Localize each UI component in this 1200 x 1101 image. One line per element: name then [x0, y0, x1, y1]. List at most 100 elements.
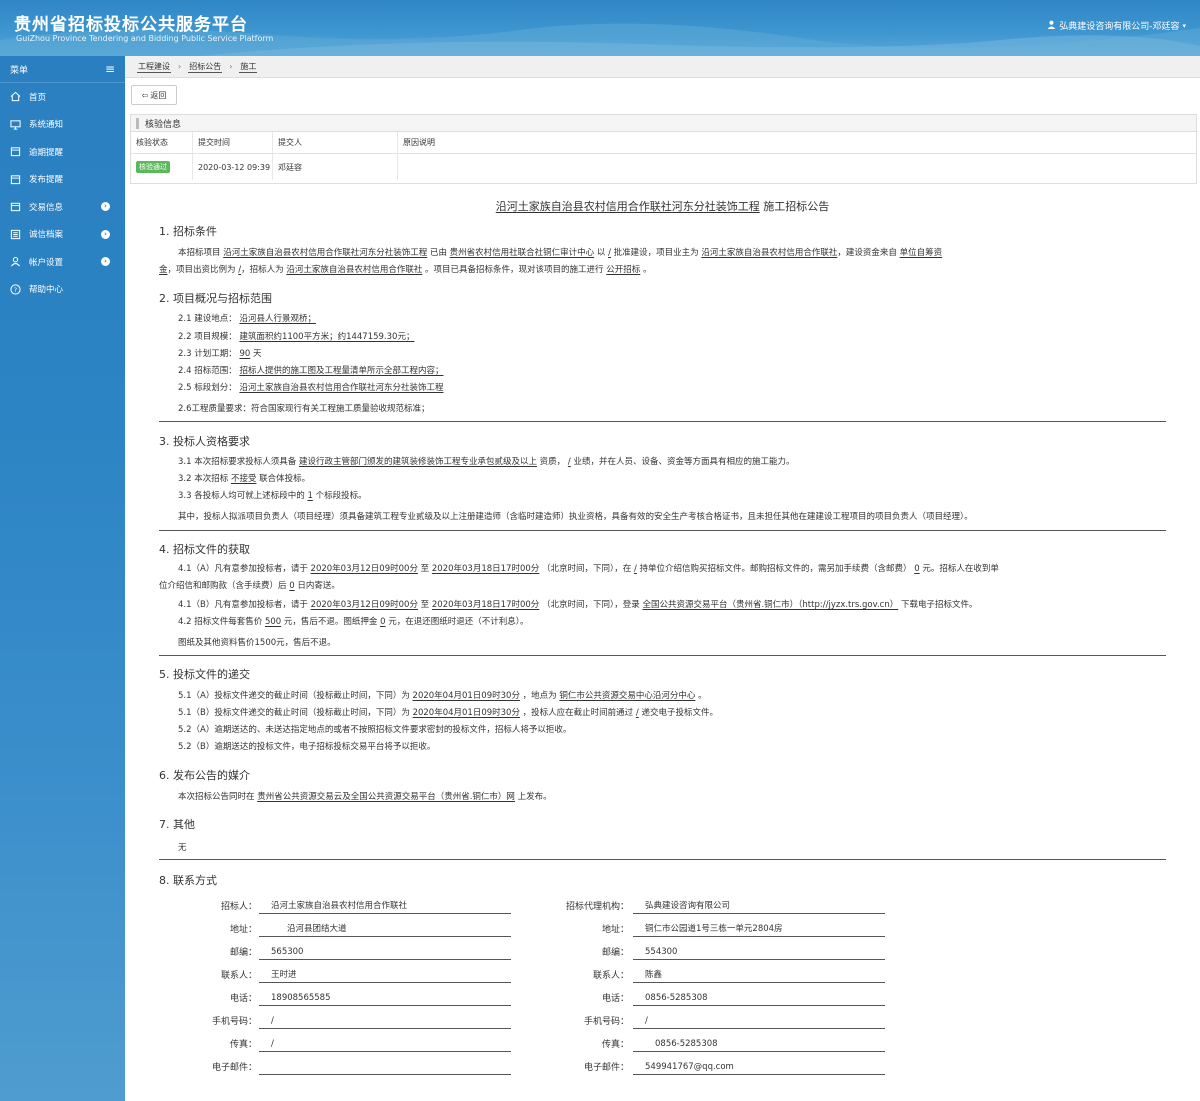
paragraph-line: 本次招标公告同时在 贵州省公共资源交易云及全国公共资源交易平台（贵州省.铜仁市）…	[178, 789, 552, 805]
text: ，投标人应在截止时间前通过	[522, 708, 634, 718]
user-icon	[9, 256, 21, 268]
contact-label: 电话：	[601, 994, 629, 1004]
paragraph-line: 2.5 标段划分： 沿河土家族自治县农村信用合作联社河东分社装饰工程	[178, 380, 443, 396]
text: 个标段投标。	[315, 491, 367, 501]
paragraph-line: 无	[178, 843, 187, 853]
text: 本次招标公告同时在	[178, 792, 255, 802]
field-value: 2020年04月01日09时30分	[412, 708, 520, 718]
paragraph-line: 4.2 招标文件每套售价 500 元，售后不退。图纸押金 0 元，在退还图纸时退…	[178, 614, 528, 630]
chevron-right-icon: ›	[229, 62, 233, 71]
contact-label: 手机号码：	[211, 1017, 257, 1027]
sidebar-menu-label: 菜单	[10, 65, 29, 76]
field-value: 全国公共资源交易平台（贵州省.铜仁市）（http://jyzx.trs.gov.…	[642, 600, 899, 610]
text: 至	[420, 564, 430, 574]
paragraph-line: 本招标项目 沿河土家族自治县农村信用合作联社河东分社装饰工程 已由 贵州省农村信…	[178, 245, 942, 261]
contact-label: 联系人：	[592, 971, 629, 981]
chevron-down-icon: ▾	[1182, 21, 1186, 30]
field-value: 2020年03月18日17时00分	[431, 600, 540, 610]
section-divider	[159, 859, 1166, 860]
text: 4.2 招标文件每套售价	[178, 617, 263, 627]
field-value: 0	[914, 564, 920, 574]
verify-table-header: 核验状态 提交时间 提交人 原因说明	[131, 132, 1196, 154]
field-value: /	[567, 457, 571, 467]
text: （北京时间，下同），在	[541, 564, 632, 574]
hamburger-icon[interactable]: ≡	[105, 63, 115, 75]
agency-field: 弘典建设咨询有限公司	[633, 898, 885, 914]
text: 已由	[429, 248, 447, 258]
address-field: 沿河县团结大道	[259, 921, 511, 937]
text: 天	[252, 349, 262, 359]
text: （北京时间，下同），登录	[542, 600, 640, 610]
breadcrumb-item[interactable]: 施工	[239, 61, 258, 73]
phone-field: 0856-5285308	[633, 990, 885, 1006]
section-heading: 3. 投标人资格要求	[159, 435, 250, 448]
text: ，项目出资比例为	[167, 265, 236, 275]
text: 本招标项目	[178, 248, 221, 258]
chevron-right-icon: ›	[101, 202, 110, 211]
sidebar-item-notifications[interactable]: 系统通知	[0, 111, 125, 139]
text: 3.2 本次招标	[178, 474, 229, 484]
text: 递交电子投标文件。	[641, 708, 718, 718]
field-value: 0	[289, 581, 295, 591]
field-value: 1	[307, 491, 313, 501]
field-value: 2020年03月12日09时00分	[310, 564, 418, 574]
paragraph-line: 2.2 项目规模： 建筑面积约1100平方米；约1447159.30元；	[178, 329, 414, 345]
contact-label: 地址：	[601, 925, 629, 935]
text: 日内寄送。	[297, 581, 340, 591]
sidebar-item-credit[interactable]: 诚信档案 ›	[0, 221, 125, 249]
sidebar-item-label: 系统通知	[29, 120, 64, 131]
folder-icon	[9, 201, 21, 213]
text: 4.1（B）凡有意参加投标者，请于	[178, 600, 308, 610]
sidebar-item-label: 诚信档案	[29, 230, 64, 241]
sidebar-item-home[interactable]: 首页	[0, 83, 125, 111]
text: 2.4 招标范围：	[178, 366, 237, 376]
paragraph-line: 金，项目出资比例为 /，招标人为 沿河土家族自治县农村信用合作联社 。项目已具备…	[159, 262, 652, 278]
paragraph-line: 4.1（A）凡有意参加投标者，请于 2020年03月12日09时00分 至 20…	[178, 561, 999, 577]
verify-time-cell: 2020-03-12 09:39	[193, 154, 273, 180]
text: 元。招标人在收到单	[922, 564, 999, 574]
field-value: 沿河土家族自治县农村信用合作联社河东分社装饰工程	[239, 383, 444, 393]
contact-label: 电话：	[229, 994, 257, 1004]
back-button[interactable]: ⇦ 返回	[131, 85, 177, 105]
col-person-header: 提交人	[273, 132, 398, 153]
field-value: 公开招标	[606, 265, 641, 275]
sidebar-item-label: 首页	[29, 92, 47, 103]
platform-subtitle: GuiZhou Province Tendering and Bidding P…	[16, 34, 274, 43]
sidebar-item-account[interactable]: 帐户设置 ›	[0, 248, 125, 276]
field-value: /	[635, 708, 639, 718]
calendar-icon	[9, 146, 21, 158]
text: 3.3 各投标人均可就上述标段中的	[178, 491, 305, 501]
breadcrumb-item[interactable]: 工程建设	[137, 61, 171, 73]
phone-field: 18908565585	[259, 990, 511, 1006]
user-menu[interactable]: 弘典建设咨询有限公司-邓廷容 ▾	[1047, 19, 1186, 32]
breadcrumb-item[interactable]: 招标公告	[188, 61, 223, 73]
field-value: 0	[380, 617, 386, 627]
user-icon	[1047, 20, 1056, 32]
contact-label: 传真：	[229, 1040, 257, 1050]
section-heading: 7. 其他	[159, 818, 195, 831]
verify-reason-cell	[398, 154, 1196, 180]
text: 2.2 项目规模：	[178, 332, 237, 342]
text: ，招标人为	[241, 265, 284, 275]
paragraph-line: 4.1（B）凡有意参加投标者，请于 2020年03月12日09时00分 至 20…	[178, 597, 977, 613]
section-heading: 8. 联系方式	[159, 874, 217, 887]
text: 。	[698, 691, 707, 701]
text: ，地点为	[522, 691, 557, 701]
fax-field: /	[259, 1036, 511, 1052]
sidebar-item-label: 帐户设置	[29, 257, 64, 268]
section-heading: 2. 项目概况与招标范围	[159, 292, 272, 305]
contact-label: 手机号码：	[583, 1017, 629, 1027]
sidebar-item-trade[interactable]: 交易信息 ›	[0, 193, 125, 221]
paragraph-line: 其中，投标人拟派项目负责人（项目经理）须具备建筑工程专业贰级及以上注册建造师（含…	[178, 512, 973, 522]
verify-status-cell: 核验通过	[131, 154, 193, 180]
tenderer-field: 沿河土家族自治县农村信用合作联社	[259, 898, 511, 914]
sidebar-item-help[interactable]: ? 帮助中心	[0, 276, 125, 304]
text: 。项目已具备招标条件，现对该项目的施工进行	[425, 265, 604, 275]
field-value: 铜仁市公共资源交易中心沿河分中心	[559, 691, 696, 701]
section-divider	[159, 421, 1166, 422]
sidebar-item-overdue[interactable]: 逾期提醒	[0, 138, 125, 166]
field-value: 单位自筹资	[899, 248, 943, 258]
sidebar-item-publish[interactable]: 发布提醒	[0, 166, 125, 194]
field-value: 金	[159, 265, 168, 275]
col-reason-header: 原因说明	[403, 138, 435, 147]
